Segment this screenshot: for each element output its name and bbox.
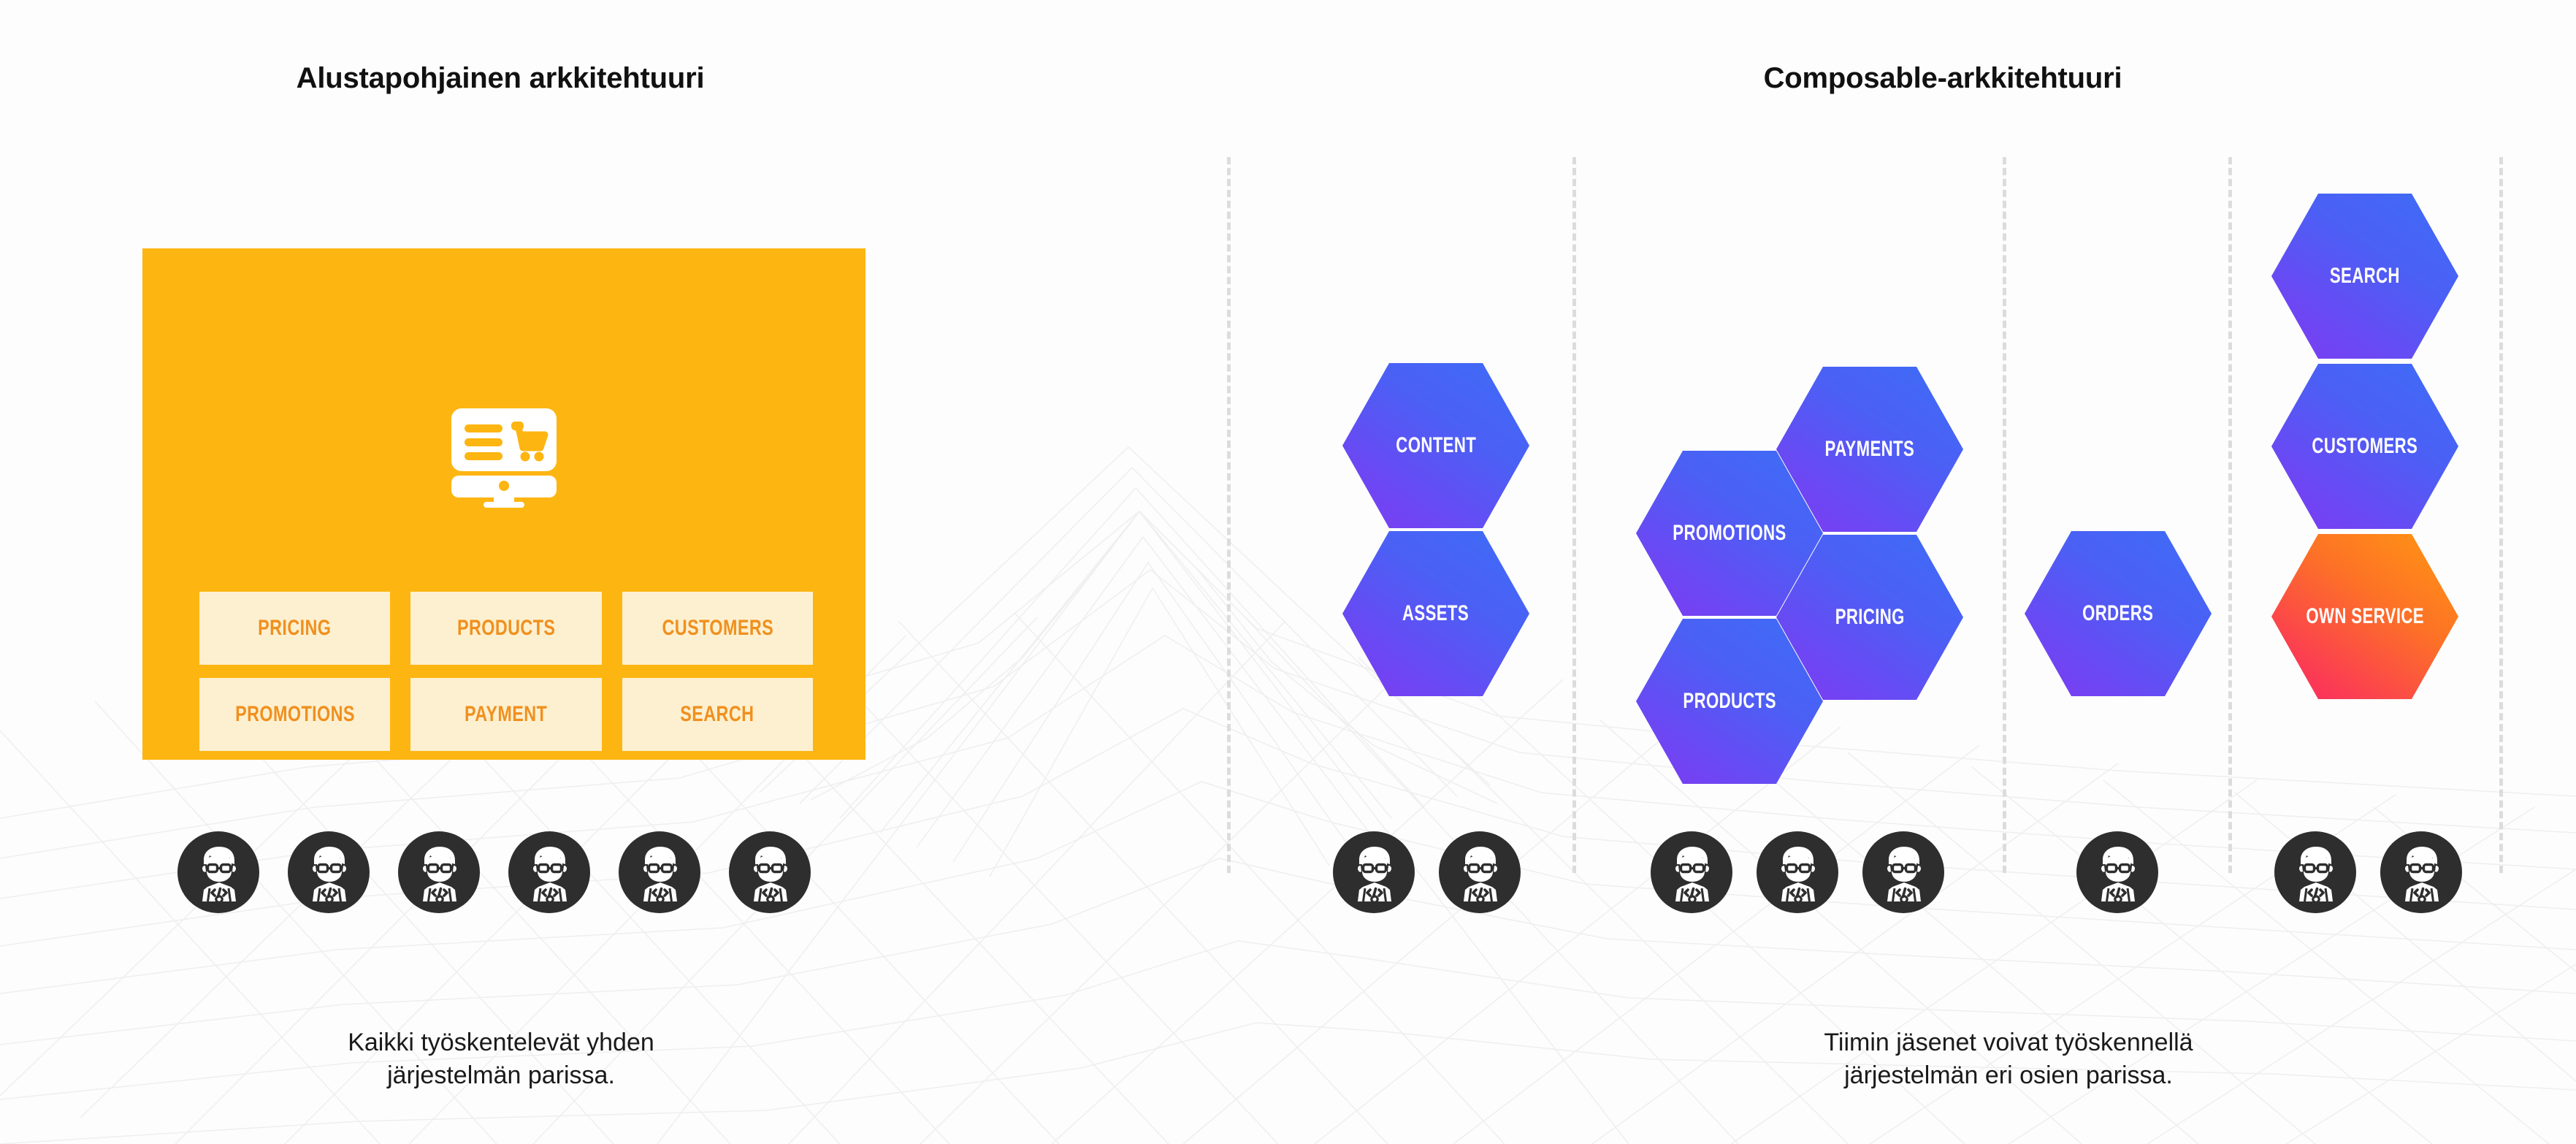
column-divider-3	[2003, 157, 2006, 873]
developer-avatar	[2076, 831, 2158, 913]
developer-avatar	[619, 831, 700, 913]
avatar-group-orders	[2076, 831, 2158, 913]
developer-avatar	[398, 831, 480, 913]
hex-label: ORDERS	[2082, 601, 2154, 625]
module-chip-label: PRICING	[258, 616, 332, 640]
storefront-monitor-cart-icon	[446, 405, 562, 511]
left-column-title: Alustapohjainen arkkitehtuuri	[296, 62, 705, 94]
hex-label: ASSETS	[1402, 601, 1469, 625]
developer-avatar	[1862, 831, 1944, 913]
developer-avatar	[288, 831, 370, 913]
avatar-group-catalog-commerce	[1651, 831, 1944, 913]
module-chip-search[interactable]: SEARCH	[622, 678, 813, 751]
module-chip-label: PROMOTIONS	[234, 702, 355, 726]
developer-avatar	[2274, 831, 2356, 913]
developer-avatar	[1651, 831, 1732, 913]
avatar-group-platform	[177, 831, 811, 913]
module-chip-label: CUSTOMERS	[662, 616, 773, 640]
hex-label: PAYMENTS	[1824, 437, 1915, 461]
developer-avatar	[2380, 831, 2462, 913]
column-divider-1	[1227, 157, 1231, 873]
hex-label: PRICING	[1835, 605, 1905, 629]
hex-label: OWN SERVICE	[2306, 604, 2424, 628]
hex-label: PRODUCTS	[1683, 689, 1776, 713]
infographic-canvas: Alustapohjainen arkkitehtuuri Composable…	[0, 0, 2576, 1144]
column-divider-5	[2499, 157, 2503, 873]
developer-avatar	[1757, 831, 1838, 913]
avatar-group-content-assets	[1333, 831, 1521, 913]
module-chip-label: PAYMENT	[465, 702, 548, 726]
developer-avatar	[1439, 831, 1521, 913]
developer-avatar	[508, 831, 590, 913]
developer-avatar	[729, 831, 811, 913]
module-chip-payment[interactable]: PAYMENT	[410, 678, 602, 751]
column-divider-2	[1572, 157, 1576, 873]
module-chip-customers[interactable]: CUSTOMERS	[622, 592, 813, 665]
platform-monolith-panel: PRICING PRODUCTS CUSTOMERS PROMOTIONS PA…	[142, 248, 865, 760]
module-chip-products[interactable]: PRODUCTS	[410, 592, 602, 665]
left-caption: Kaikki työskentelevät yhden järjestelmän…	[348, 1029, 654, 1089]
column-divider-4	[2228, 157, 2232, 873]
platform-module-grid: PRICING PRODUCTS CUSTOMERS PROMOTIONS PA…	[199, 592, 813, 751]
hex-label: SEARCH	[2330, 264, 2400, 288]
module-chip-label: PRODUCTS	[456, 616, 556, 640]
hex-label: CONTENT	[1396, 433, 1476, 457]
module-chip-promotions[interactable]: PROMOTIONS	[199, 678, 391, 751]
developer-avatar	[1333, 831, 1415, 913]
avatar-group-search-customers-own	[2274, 831, 2462, 913]
hex-label: CUSTOMERS	[2312, 434, 2418, 458]
module-chip-label: SEARCH	[680, 702, 754, 726]
module-chip-pricing[interactable]: PRICING	[199, 592, 391, 665]
developer-avatar	[177, 831, 259, 913]
hex-label: PROMOTIONS	[1673, 521, 1786, 545]
right-caption: Tiimin jäsenet voivat työskennellä järje…	[1824, 1029, 2193, 1089]
right-column-title: Composable-arkkitehtuuri	[1763, 62, 2122, 94]
